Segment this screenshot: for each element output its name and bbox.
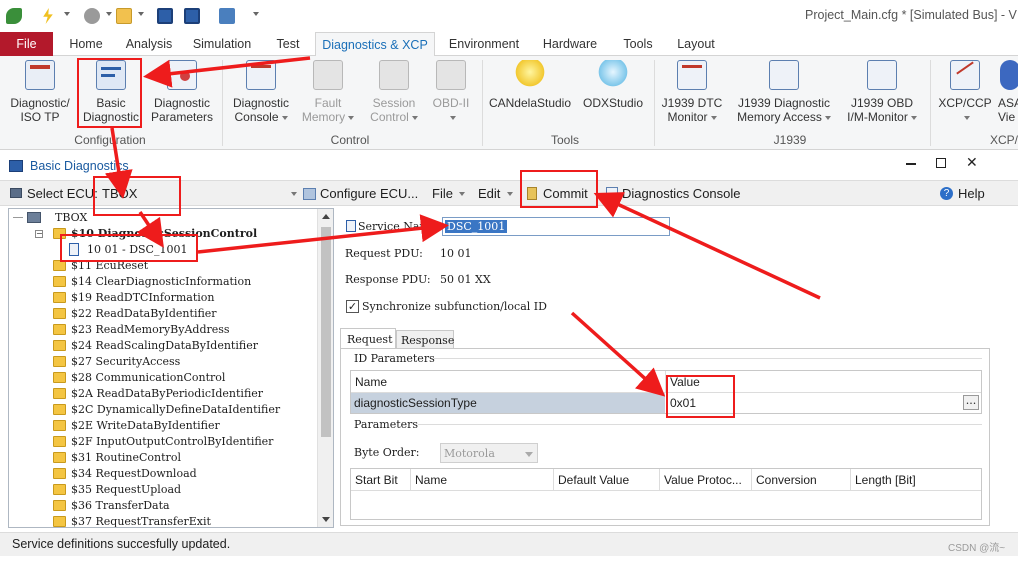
arrow-to-ecu [104, 127, 133, 199]
arrow-to-commit [593, 192, 821, 300]
arrow-to-basic-diagnostic [143, 56, 311, 88]
arrow-to-service-name [197, 214, 449, 254]
arrow-to-value [570, 311, 666, 397]
annotation-arrows [104, 56, 821, 397]
arrow-to-tree-child [136, 211, 164, 248]
